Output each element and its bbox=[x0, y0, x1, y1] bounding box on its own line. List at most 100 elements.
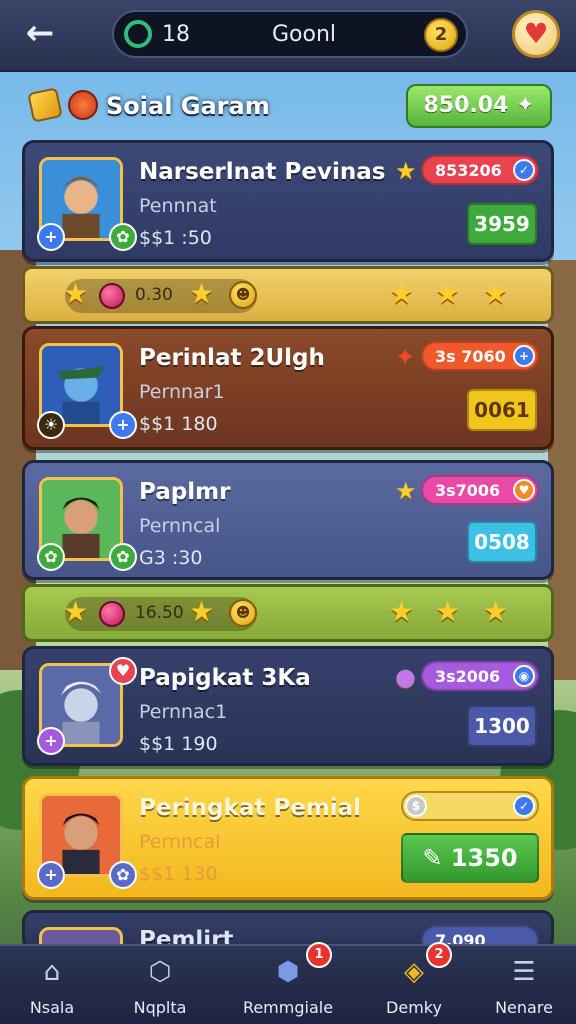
card-name: Peringkat Pemial bbox=[139, 795, 362, 821]
nav-label: Nqplta bbox=[133, 998, 187, 1017]
ranking-card[interactable]: + ✿ Narserlnat Pevinas Pennnat $$1 :50 ★… bbox=[22, 140, 554, 262]
leaf-badge-icon: ✿ bbox=[109, 223, 137, 251]
score-tag-value: 3s7006 bbox=[435, 481, 501, 500]
card-price: $$1 180 bbox=[139, 413, 218, 435]
card-price: $$1 :50 bbox=[139, 227, 212, 249]
burst-icon: ✦ bbox=[395, 343, 416, 371]
search-count: 18 bbox=[162, 22, 190, 47]
star-icon: ★ bbox=[63, 277, 89, 310]
trophy-icon bbox=[27, 87, 63, 123]
section-title: Soial Garam bbox=[106, 92, 270, 120]
card-action-button[interactable]: 0508 bbox=[467, 521, 537, 563]
coin-small-icon: $ bbox=[405, 795, 427, 817]
search-icon bbox=[124, 20, 152, 48]
heart-icon: ♥ bbox=[513, 479, 535, 501]
card-name: Papigkat 3Ka bbox=[139, 665, 311, 691]
claim-button[interactable]: ✎ 1350 bbox=[401, 833, 539, 883]
card-subtitle: Pernnar1 bbox=[139, 381, 225, 403]
card-price: G3 :30 bbox=[139, 547, 203, 569]
nav-label: Nenare bbox=[495, 998, 553, 1017]
star-icon: ★ bbox=[435, 277, 461, 310]
star-icon: ★ bbox=[435, 595, 461, 628]
chest-icon bbox=[68, 90, 98, 120]
nav-item-4[interactable]: ◈ 2 Demky bbox=[362, 942, 466, 1024]
plus-badge-icon: + bbox=[37, 861, 65, 889]
gem-icon bbox=[99, 601, 125, 627]
leaf-badge-icon: ✿ bbox=[37, 543, 65, 571]
search-field[interactable]: 18 Goonl 2 bbox=[112, 10, 468, 58]
notification-badge: 1 bbox=[306, 942, 332, 968]
heart-badge-icon: ♥ bbox=[109, 657, 137, 685]
ranking-card[interactable]: ✿ ✿ Paplmr Pernncal G3 :30 ★ 3s7006 ♥ 050… bbox=[22, 460, 554, 580]
star-icon: ★ bbox=[395, 477, 417, 505]
nav-item-2[interactable]: ⬡ Nqplta bbox=[108, 946, 212, 1024]
score-tag-value: 853206 bbox=[435, 161, 502, 180]
star-icon: ★ bbox=[63, 595, 89, 628]
menu-icon: ☰ bbox=[512, 957, 536, 987]
claim-button-value: 1350 bbox=[450, 844, 518, 872]
reward-value: 16.50 bbox=[135, 603, 184, 623]
coin-icon[interactable]: 2 bbox=[424, 18, 458, 52]
card-name: Perinlat 2Ulgh bbox=[139, 345, 325, 371]
star-icon: ★ bbox=[389, 595, 415, 628]
heart-button[interactable]: ♥ bbox=[512, 10, 560, 58]
bottom-nav: ⌂ Nsala ⬡ Nqplta ⬢ 1 Remmgiale ◈ 2 Demky… bbox=[0, 942, 576, 1024]
page-title: Goonl bbox=[271, 22, 337, 47]
ranking-card[interactable]: + ♥ Papigkat 3Ka Pernnac1 $$1 190 ● 3s20… bbox=[22, 646, 554, 766]
card-subtitle: Pernnac1 bbox=[139, 701, 228, 723]
card-name: Narserlnat Pevinas bbox=[139, 159, 386, 185]
home-icon: ⌂ bbox=[43, 957, 61, 987]
gem-icon: ⬢ bbox=[276, 957, 300, 987]
globe-icon: ◉ bbox=[513, 665, 535, 687]
score-tag: 853206 ✓ bbox=[421, 155, 539, 185]
top-bar: ← 18 Goonl 2 ♥ bbox=[0, 0, 576, 72]
score-tag: 3s 7060 + bbox=[421, 341, 539, 371]
nav-label: Remmgiale bbox=[242, 998, 334, 1017]
gem-icon bbox=[99, 283, 125, 309]
reward-strip: ★ 16.50 ★ ☻ ★ ★ ★ bbox=[22, 584, 554, 642]
star-icon: ★ bbox=[395, 157, 417, 185]
card-subtitle: Pernncal bbox=[139, 515, 221, 537]
smiley-icon: ☻ bbox=[229, 281, 257, 309]
plus-badge-icon: + bbox=[37, 727, 65, 755]
check-icon: ✓ bbox=[513, 795, 535, 817]
hexagon-icon: ⬡ bbox=[148, 957, 172, 987]
plus-badge-icon: + bbox=[109, 411, 137, 439]
orb-icon: ● bbox=[395, 663, 416, 691]
balance-button[interactable]: 850.04 ✦ bbox=[406, 84, 552, 128]
card-name: Paplmr bbox=[139, 479, 231, 505]
star-icon: ★ bbox=[389, 277, 415, 310]
nav-item-menu[interactable]: ☰ Nenare bbox=[472, 946, 576, 1024]
sun-badge-icon: ☀ bbox=[37, 411, 65, 439]
reward-value: 0.30 bbox=[135, 285, 173, 305]
back-button[interactable]: ← bbox=[18, 14, 62, 54]
card-price: $$1 130 bbox=[139, 863, 218, 885]
nav-item-home[interactable]: ⌂ Nsala bbox=[0, 946, 104, 1024]
plus-icon: + bbox=[513, 345, 535, 367]
score-tag-value: 3s2006 bbox=[435, 667, 501, 686]
nav-label: Nsala bbox=[29, 998, 75, 1017]
reward-strip: ★ 0.30 ★ ☻ ★ ★ ★ bbox=[22, 266, 554, 324]
card-action-button[interactable]: 1300 bbox=[467, 705, 537, 747]
check-icon: ✓ bbox=[513, 159, 535, 181]
star-icon: ★ bbox=[189, 277, 215, 310]
notification-badge: 2 bbox=[426, 942, 452, 968]
score-tag-value: 3s 7060 bbox=[435, 347, 506, 366]
leaf-badge-icon: ✿ bbox=[109, 861, 137, 889]
pencil-icon: ✎ bbox=[422, 844, 443, 872]
score-tag: 3s7006 ♥ bbox=[421, 475, 539, 505]
star-icon: ★ bbox=[483, 595, 509, 628]
smiley-icon: ☻ bbox=[229, 599, 257, 627]
star-icon: ★ bbox=[189, 595, 215, 628]
nav-label: Demky bbox=[386, 998, 442, 1017]
card-action-button[interactable]: 3959 bbox=[467, 203, 537, 245]
nav-item-3[interactable]: ⬢ 1 Remmgiale bbox=[236, 942, 340, 1024]
score-tag: 3s2006 ◉ bbox=[421, 661, 539, 691]
card-subtitle: Pennnat bbox=[139, 195, 217, 217]
plus-badge-icon: + bbox=[37, 223, 65, 251]
ranking-card-highlighted[interactable]: + ✿ Peringkat Pemial Pernncal $$1 130 $ ✓… bbox=[22, 776, 554, 900]
progress-tag: $ ✓ bbox=[401, 791, 539, 821]
card-action-button[interactable]: 0061 bbox=[467, 389, 537, 431]
card-price: $$1 190 bbox=[139, 733, 218, 755]
ranking-card[interactable]: ☀ + Perinlat 2Ulgh Pernnar1 $$1 180 ✦ 3s… bbox=[22, 326, 554, 450]
